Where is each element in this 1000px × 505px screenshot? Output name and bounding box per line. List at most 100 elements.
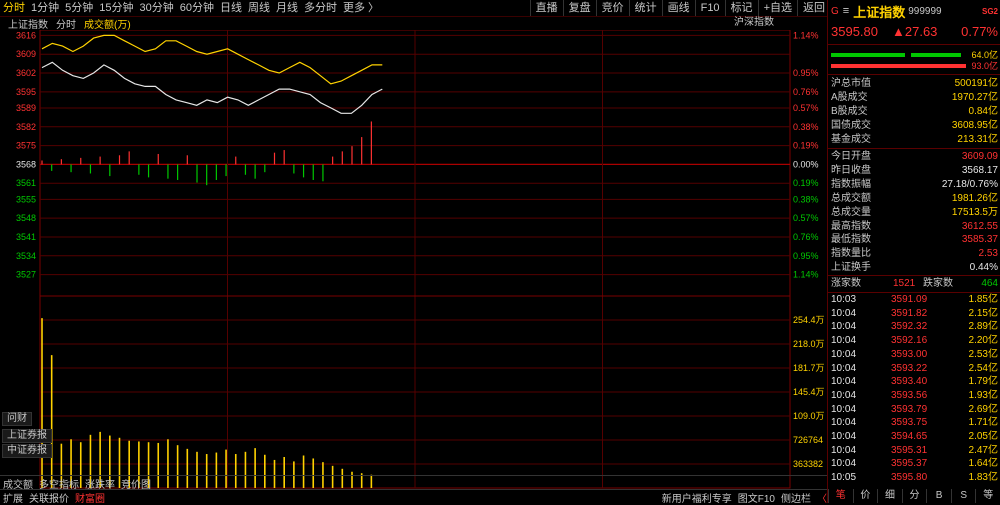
quote-row: 指数量比 2.53 [831, 247, 998, 261]
quote-row: 总成交额 1981.26亿 [831, 192, 998, 206]
tool-button-4[interactable]: 画线 [661, 0, 695, 16]
period-tab-10[interactable]: 更多 〉 [340, 0, 382, 16]
trade-price: 3593.00 [891, 348, 928, 360]
period-tab-8[interactable]: 月线 [273, 0, 301, 16]
flow-bar-2-value: 93.0亿 [971, 61, 998, 71]
bottom-right-item-2[interactable]: 侧边栏 [778, 490, 814, 505]
period-tab-0[interactable]: 分时 [0, 0, 28, 16]
quote-row: 指数振幅 27.18/0.76% [831, 178, 998, 192]
stat-value: 500191亿 [954, 78, 998, 89]
side-button-0[interactable]: 问财 [2, 412, 32, 426]
trade-time: 10:04 [831, 403, 857, 415]
panel-tab-3[interactable]: 分 [901, 489, 927, 503]
side-button-2[interactable]: 中证券报 [2, 444, 52, 458]
pct-tick-right: 0.38% [793, 194, 819, 204]
trade-price: 3592.16 [891, 335, 928, 347]
tool-button-5[interactable]: F10 [694, 0, 725, 16]
quote-value: 3585.37 [961, 234, 998, 246]
trade-price: 3593.79 [891, 403, 928, 415]
quote-label: 总成交量 [831, 206, 871, 218]
period-tab-7[interactable]: 周线 [245, 0, 273, 16]
quote-row: 最高指数 3612.55 [831, 220, 998, 234]
toolbar-tools: 直播 复盘 竞价 统计 画线 F10 标记 +自选 返回 [529, 0, 830, 16]
menu-icon[interactable]: ≡ [843, 5, 849, 17]
volume-label: 成交额(万) [84, 19, 131, 31]
chart-mode-label: 分时 [56, 19, 76, 31]
trade-volume: 2.05亿 [968, 431, 998, 442]
side-button-1[interactable]: 上证券报 [2, 429, 52, 443]
pct-tick-right: 1.14% [793, 270, 819, 280]
bottom-item-1[interactable]: 关联报价 [26, 490, 72, 505]
trade-row: 10:04 3593.00 2.53亿 [831, 349, 998, 361]
period-tab-9[interactable]: 多分时 [301, 0, 340, 16]
tool-button-1[interactable]: 复盘 [562, 0, 596, 16]
trade-row: 10:05 3595.80 1.83亿 [831, 472, 998, 484]
price-tick-left: 3589 [16, 103, 36, 113]
trade-row: 10:04 3591.82 2.15亿 [831, 308, 998, 320]
index-badge[interactable]: 沪深指数 [734, 16, 774, 30]
quote-row: 最低指数 3585.37 [831, 233, 998, 247]
quote-label: 指数振幅 [831, 178, 871, 190]
stat-row: 国债成交 3608.95亿 [831, 119, 998, 133]
period-tab-5[interactable]: 60分钟 [177, 0, 217, 16]
pct-tick-right: 0.95% [793, 251, 819, 261]
volume-tick-right: 145.4万 [793, 387, 825, 397]
bottom-right-item-0[interactable]: 新用户福利专享 [659, 490, 735, 505]
trade-time: 10:03 [831, 294, 857, 305]
panel-tab-4[interactable]: B [926, 489, 951, 503]
trade-price: 3593.40 [891, 376, 928, 388]
trade-price: 3594.65 [891, 431, 928, 442]
pct-tick-right: 0.57% [793, 103, 819, 113]
g-icon[interactable]: G [831, 6, 839, 17]
period-tab-4[interactable]: 30分钟 [137, 0, 177, 16]
trade-volume: 1.85亿 [968, 294, 998, 305]
trade-row: 10:04 3593.75 1.71亿 [831, 417, 998, 429]
bottom-item-2[interactable]: 财富圈 [72, 490, 108, 505]
down-label: 跌家数 [923, 278, 953, 289]
bottom-item-0[interactable]: 扩展 [0, 490, 26, 505]
period-tab-2[interactable]: 5分钟 [62, 0, 96, 16]
chart-index-name: 上证指数 [8, 19, 48, 31]
stat-label: B股成交 [831, 106, 868, 117]
chart-canvas[interactable]: 3616 3609 3602 3595 3589 3582 3575 3568 3561 3555… [0, 30, 830, 490]
trade-time: 10:04 [831, 376, 857, 388]
tool-button-0[interactable]: 直播 [529, 0, 563, 16]
trade-row: 10:04 3592.16 2.20亿 [831, 335, 998, 347]
pct-tick-right: 0.00% [793, 159, 819, 169]
price-tick-left: 3541 [16, 232, 36, 242]
period-tab-1[interactable]: 1分钟 [28, 0, 62, 16]
pct-tick-right: 0.76% [793, 87, 819, 97]
trade-price: 3595.80 [891, 472, 928, 484]
panel-tab-6[interactable]: 等 [975, 489, 1000, 503]
bottom-right-item-1[interactable]: 图文F10 [735, 490, 778, 505]
quote-label: 总成交额 [831, 192, 871, 204]
panel-tab-5[interactable]: S [950, 489, 976, 503]
panel-title: 上证指数 [853, 4, 906, 20]
last-price: 3595.80 [831, 23, 878, 39]
trade-volume: 2.15亿 [968, 307, 998, 319]
price-series-line-0 [41, 61, 383, 114]
tool-button-8[interactable]: 返回 [797, 0, 830, 16]
period-tab-3[interactable]: 15分钟 [96, 0, 136, 16]
trade-row: 10:04 3595.31 2.47亿 [831, 445, 998, 457]
tool-button-2[interactable]: 竞价 [595, 0, 629, 16]
quote-label: 指数量比 [831, 248, 871, 260]
price-tick-left: 3561 [16, 178, 36, 188]
trade-time: 10:04 [831, 307, 857, 319]
panel-tab-1[interactable]: 价 [852, 489, 878, 503]
panel-bottom-tabs: 笔价细分BS等 [828, 489, 1000, 503]
stat-label: A股成交 [831, 92, 868, 103]
quote-value: 3568.17 [961, 164, 998, 176]
period-tab-6[interactable]: 日线 [217, 0, 245, 16]
panel-tab-2[interactable]: 细 [877, 489, 902, 503]
trade-price: 3595.37 [891, 458, 928, 470]
down-value: 464 [981, 278, 998, 289]
panel-tab-0[interactable]: 笔 [828, 489, 853, 503]
tool-button-3[interactable]: 统计 [628, 0, 662, 16]
period-toolbar: 分时 1分钟 5分钟 15分钟 30分钟 60分钟 日线 周线 月线 多分时 更多 〉 直播 复盘 竞价统… [0, 0, 830, 17]
pct-tick-right: 0.76% [793, 232, 819, 242]
quote-value: 27.18/0.76% [941, 178, 998, 190]
tool-button-6[interactable]: 标记 [724, 0, 758, 16]
tool-button-7[interactable]: +自选 [757, 0, 797, 16]
trade-price: 3592.32 [891, 321, 928, 333]
